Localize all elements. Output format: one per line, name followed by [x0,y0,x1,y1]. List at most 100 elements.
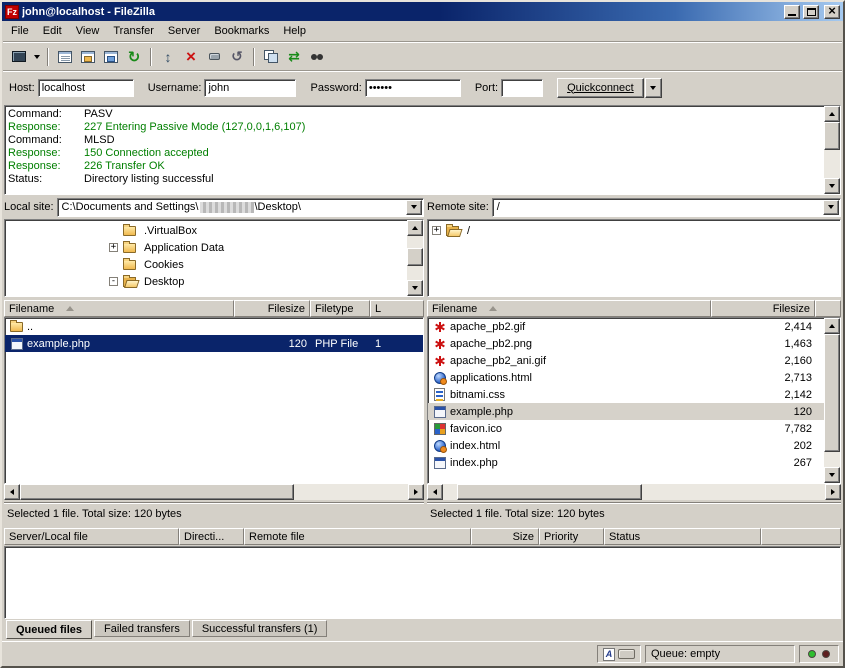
tab-queued-files[interactable]: Queued files [6,620,92,639]
column-direction[interactable]: Directi... [179,528,244,545]
column-priority[interactable]: Priority [539,528,604,545]
minimize-button[interactable] [784,5,800,19]
tree-item[interactable]: +Application Data [5,239,407,256]
cancel-button[interactable] [180,46,202,68]
local-path-suffix: \Desktop\ [255,201,301,213]
scrollbar-track[interactable] [443,484,825,500]
remote-list-scrollbar[interactable] [824,318,840,483]
queue-tabs: Queued files Failed transfers Successful… [4,619,841,640]
scroll-down-button[interactable] [407,280,423,296]
toggle-local-tree-button[interactable] [77,46,99,68]
tree-expander[interactable]: + [109,243,118,252]
host-input[interactable] [38,79,134,97]
file-row[interactable]: bitnami.css2,142 [428,386,824,403]
chevron-down-icon [828,205,834,209]
column-server-local-file[interactable]: Server/Local file [4,528,179,545]
scrollbar-track[interactable] [407,236,423,280]
quickconnect-dropdown-button[interactable] [645,78,662,98]
file-row[interactable]: applications.html2,713 [428,369,824,386]
synchronized-browsing-button[interactable] [283,46,305,68]
file-row-selected[interactable]: example.php 120 PHP File 1 [5,335,423,352]
tab-failed-transfers[interactable]: Failed transfers [94,620,190,637]
column-filesize[interactable]: Filesize [234,300,310,317]
file-row[interactable]: .. [5,318,423,335]
scrollbar-track[interactable] [824,122,840,178]
menu-edit[interactable]: Edit [36,22,69,40]
directory-comparison-button[interactable] [260,46,282,68]
log-scrollbar[interactable] [824,106,840,194]
tree-item[interactable]: -Desktop [5,273,407,290]
reconnect-button[interactable] [226,46,248,68]
scroll-left-button[interactable] [427,484,443,500]
find-files-button[interactable] [306,46,328,68]
menu-file[interactable]: File [4,22,36,40]
scroll-right-button[interactable] [825,484,841,500]
column-filesize[interactable]: Filesize [711,300,815,317]
scroll-down-button[interactable] [824,467,840,483]
scroll-up-button[interactable] [824,106,840,122]
column-filetype[interactable]: Filetype [310,300,370,317]
local-horizontal-scrollbar[interactable] [4,484,424,500]
menu-transfer[interactable]: Transfer [106,22,161,40]
scrollbar-thumb[interactable] [824,334,840,452]
tree-item[interactable]: .VirtualBox [5,222,407,239]
scroll-down-button[interactable] [824,178,840,194]
disconnect-button[interactable] [203,46,225,68]
log-line: Response:227 Entering Passive Mode (127,… [8,121,821,134]
site-manager-dropdown-button[interactable] [31,46,42,68]
scrollbar-thumb[interactable] [824,122,840,150]
column-remote-file[interactable]: Remote file [244,528,471,545]
column-last-modified[interactable]: L [370,300,424,317]
tree-expander[interactable]: - [109,277,118,286]
remote-site-combo-button[interactable] [823,200,839,215]
refresh-button[interactable] [123,46,145,68]
column-status[interactable]: Status [604,528,761,545]
encryption-status-icon[interactable] [618,649,635,659]
port-input[interactable] [501,79,543,97]
file-row[interactable]: apache_pb2_ani.gif2,160 [428,352,824,369]
local-site-combo-button[interactable] [406,200,422,215]
tree-item[interactable]: Cookies [5,256,407,273]
scrollbar-thumb[interactable] [407,248,423,266]
local-tree-scrollbar[interactable] [407,220,423,296]
menu-help[interactable]: Help [276,22,313,40]
process-queue-button[interactable] [157,46,179,68]
scroll-left-button[interactable] [4,484,20,500]
remote-horizontal-scrollbar[interactable] [427,484,841,500]
username-label: Username: [148,82,202,94]
tree-expander[interactable]: + [432,226,441,235]
column-filename[interactable]: Filename [427,300,711,317]
file-row[interactable]: apache_pb2.png1,463 [428,335,824,352]
maximize-button[interactable] [803,5,819,19]
file-row[interactable]: favicon.ico7,782 [428,420,824,437]
file-row-highlighted[interactable]: example.php120 [428,403,824,420]
scroll-up-button[interactable] [407,220,423,236]
scrollbar-track[interactable] [20,484,408,500]
menu-bookmarks[interactable]: Bookmarks [207,22,276,40]
menu-view[interactable]: View [69,22,107,40]
scrollbar-thumb[interactable] [457,484,642,500]
remote-site-combo[interactable]: / [492,198,841,217]
file-row[interactable]: index.html202 [428,437,824,454]
toggle-message-log-button[interactable] [54,46,76,68]
close-button[interactable] [824,5,840,19]
tree-item[interactable]: +/ [428,222,840,239]
file-row[interactable]: apache_pb2.gif2,414 [428,318,824,335]
username-input[interactable] [204,79,296,97]
toggle-remote-tree-button[interactable] [100,46,122,68]
scroll-up-button[interactable] [824,318,840,334]
file-row[interactable]: index.php267 [428,454,824,471]
password-input[interactable] [365,79,461,97]
tab-successful-transfers[interactable]: Successful transfers (1) [192,620,328,637]
column-filename[interactable]: Filename [4,300,234,317]
local-site-combo[interactable]: C:\Documents and Settings\\Desktop\ [57,198,424,217]
scrollbar-thumb[interactable] [20,484,294,500]
transfer-type-icon[interactable] [603,648,615,661]
quickconnect-button[interactable]: Quickconnect [557,78,644,98]
menu-server[interactable]: Server [161,22,207,40]
scrollbar-track[interactable] [824,334,840,467]
titlebar[interactable]: Fz john@localhost - FileZilla [2,2,843,21]
column-size[interactable]: Size [471,528,539,545]
site-manager-button[interactable] [8,46,30,68]
scroll-right-button[interactable] [408,484,424,500]
